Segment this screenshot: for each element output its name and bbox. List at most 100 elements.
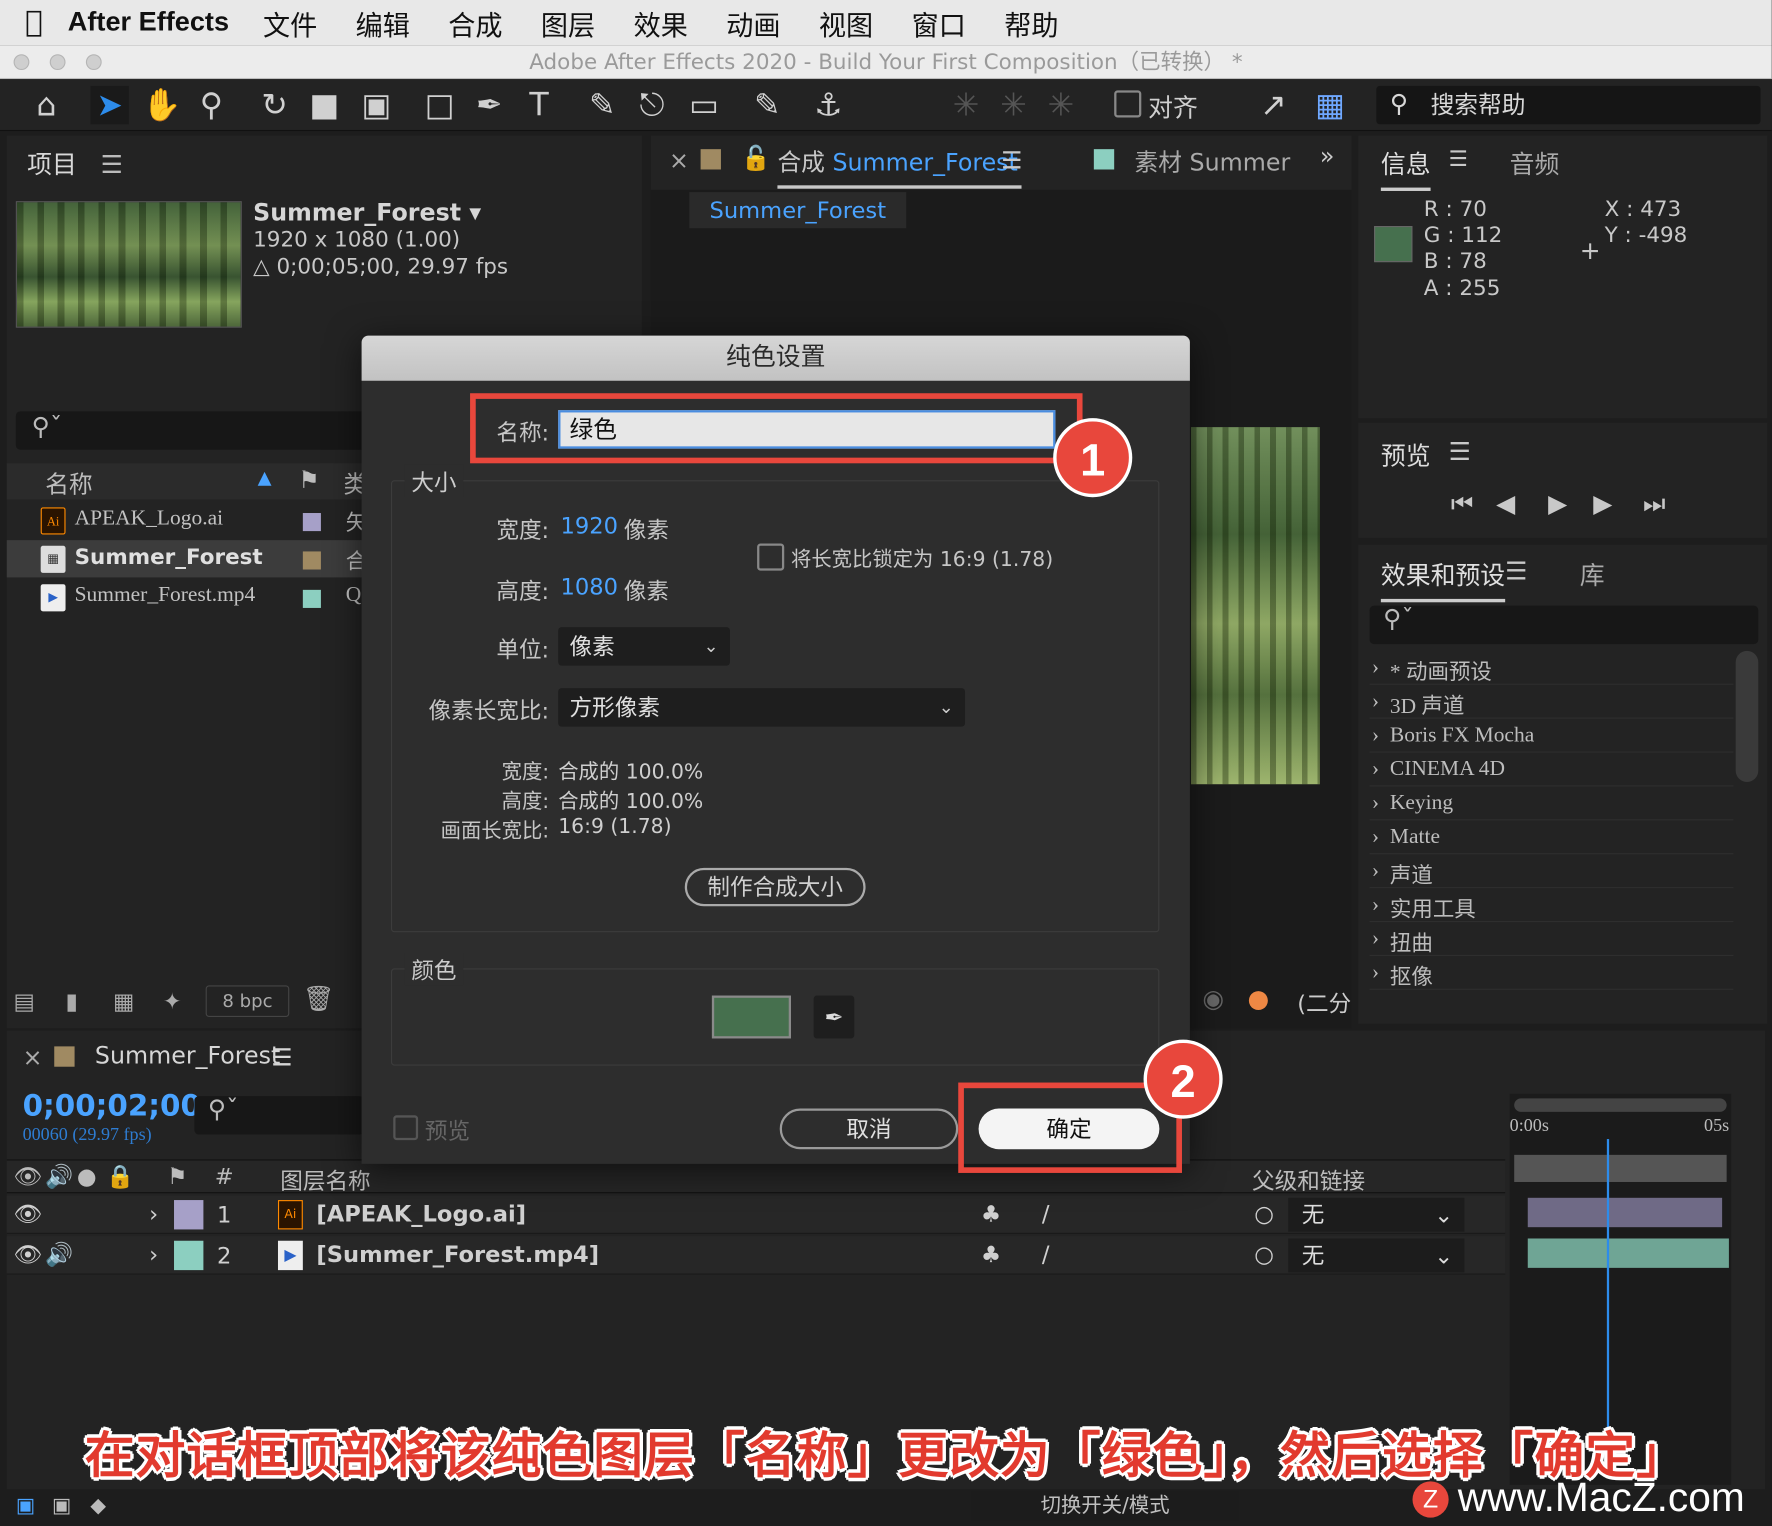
visibility-icon[interactable]: 👁 <box>14 1241 43 1268</box>
project-item[interactable]: ▦ Summer_Forest 合 <box>6 540 369 578</box>
panel-menu-icon[interactable]: ☰ <box>271 1044 292 1071</box>
quality-switch-icon[interactable]: ∕ <box>1042 1241 1050 1268</box>
effects-category[interactable]: › 声道 <box>1369 854 1734 889</box>
rotate-tool-icon[interactable]: ↻ <box>255 86 293 124</box>
trash-icon[interactable]: 🗑 <box>303 985 335 1013</box>
tab-info[interactable]: 信息 <box>1380 145 1431 191</box>
hand-tool-icon[interactable]: ✋ <box>142 86 181 124</box>
pickwhip-icon[interactable]: ○ <box>1254 1200 1274 1227</box>
puppet-pin-tool-icon[interactable]: ⚓ <box>809 86 847 124</box>
preview-checkbox[interactable] <box>393 1115 419 1141</box>
project-item[interactable]: Ai APEAK_Logo.ai 矢 <box>7 502 369 539</box>
effects-category[interactable]: › 抠像 <box>1369 956 1734 990</box>
last-frame-icon[interactable]: ⏭ <box>1643 490 1665 518</box>
label-tag-icon[interactable]: ⚑ <box>298 467 319 494</box>
shy-switch-icon[interactable]: ♣ <box>981 1200 1001 1227</box>
panel-menu-icon[interactable]: ☰ <box>1505 558 1527 586</box>
column-name[interactable]: 名称 <box>45 467 92 501</box>
pan-behind-tool-icon[interactable]: ▣ <box>357 86 395 124</box>
eraser-tool-icon[interactable]: ▭ <box>685 86 723 124</box>
label-tag-icon[interactable]: ⚑ <box>167 1163 187 1190</box>
previous-frame-icon[interactable]: ◀ <box>1496 490 1515 518</box>
panel-menu-icon[interactable]: ☰ <box>1449 147 1468 172</box>
panel-menu-icon[interactable]: ☰ <box>101 151 123 179</box>
cancel-button[interactable]: 取消 <box>779 1108 959 1150</box>
effects-category[interactable]: › Keying <box>1369 786 1734 821</box>
apple-icon[interactable]:  <box>0 6 68 40</box>
toggle-switches-modes[interactable]: 切换开关/模式 <box>971 1491 1239 1521</box>
project-search-input[interactable]: ⚲ˇ <box>15 411 378 450</box>
project-panel-title[interactable]: 项目 <box>27 151 77 179</box>
next-frame-icon[interactable]: ▶ <box>1593 490 1612 518</box>
tab-audio[interactable]: 音频 <box>1510 145 1560 181</box>
effects-category[interactable]: › * 动画预设 <box>1369 651 1734 685</box>
brush-tool-icon[interactable]: ✎ <box>583 86 621 124</box>
app-menu[interactable]: After Effects <box>68 7 229 39</box>
audio-icon[interactable]: 🔊 <box>45 1241 73 1268</box>
panel-menu-icon[interactable]: ☰ <box>1001 147 1022 174</box>
selection-tool-icon[interactable]: ➤ <box>90 85 129 125</box>
work-area-range[interactable] <box>1514 1154 1727 1182</box>
menu-animation[interactable]: 动画 <box>726 3 780 43</box>
chevron-right-icon[interactable]: › <box>149 1200 158 1227</box>
lock-icon[interactable]: 🔓 <box>741 145 771 173</box>
composition-breadcrumb[interactable]: Summer_Forest <box>689 192 907 229</box>
units-dropdown[interactable]: 像素 ⌄ <box>558 627 730 666</box>
menu-file[interactable]: 文件 <box>263 3 317 43</box>
menu-help[interactable]: 帮助 <box>1004 3 1058 43</box>
height-value[interactable]: 1080 <box>560 573 618 600</box>
interpret-footage-icon[interactable]: ▤ <box>14 988 35 1015</box>
sort-ascending-icon[interactable]: ▲ <box>258 467 272 488</box>
resolution-dropdown[interactable]: (二分 <box>1297 985 1351 1018</box>
close-window-button[interactable] <box>13 54 30 71</box>
layer-row[interactable]: 👁 🔊 › 2 ▶ [Summer_Forest.mp4] ♣ ∕ ○ 无 ⌄ <box>6 1236 1506 1275</box>
make-comp-size-button[interactable]: 制作合成大小 <box>684 867 866 907</box>
work-area-bar[interactable] <box>1514 1098 1727 1112</box>
pickwhip-icon[interactable]: ○ <box>1254 1241 1274 1268</box>
project-item[interactable]: ▶ Summer_Forest.mp4 Q <box>7 579 369 616</box>
first-frame-icon[interactable]: ⏮ <box>1451 490 1473 518</box>
current-time[interactable]: 0;00;02;00 <box>23 1089 201 1123</box>
pen-tool-icon[interactable]: ✒ <box>470 86 508 124</box>
close-icon[interactable]: × <box>669 147 689 174</box>
axis-view-icon[interactable]: ✳ <box>1042 86 1080 124</box>
zoom-window-button[interactable] <box>85 54 102 71</box>
play-icon[interactable]: ▶ <box>1548 490 1567 518</box>
effects-category[interactable]: › 3D 声道 <box>1369 685 1734 719</box>
menu-effect[interactable]: 效果 <box>634 3 688 43</box>
layer-bar[interactable] <box>1527 1238 1729 1268</box>
roto-brush-tool-icon[interactable]: ✎ <box>748 86 786 124</box>
timeline-search-input[interactable]: ⚲ˇ <box>194 1096 364 1135</box>
layer-name[interactable]: [Summer_Forest.mp4] <box>316 1241 599 1268</box>
effects-category[interactable]: › CINEMA 4D <box>1369 753 1734 787</box>
parent-dropdown[interactable]: 无 ⌄ <box>1288 1238 1465 1273</box>
search-help-input[interactable]: ⚲ 搜索帮助 <box>1376 85 1761 125</box>
bit-depth-button[interactable]: 8 bpc <box>205 985 290 1017</box>
zoom-tool-icon[interactable]: ⚲ <box>192 86 230 124</box>
layer-row[interactable]: 👁 › 1 Ai [APEAK_Logo.ai] ♣ ∕ ○ 无 ⌄ <box>6 1195 1506 1234</box>
visibility-icon[interactable]: 👁 <box>14 1200 43 1227</box>
tab-footage[interactable]: 素材 Summer <box>1135 145 1291 179</box>
menu-layer[interactable]: 图层 <box>541 3 595 43</box>
timeline-comp-name[interactable]: Summer_Forest <box>95 1042 280 1069</box>
quality-switch-icon[interactable]: ∕ <box>1042 1200 1050 1227</box>
menu-edit[interactable]: 编辑 <box>356 3 410 43</box>
expand-icon[interactable]: ↗ <box>1254 86 1292 124</box>
chevron-right-icon[interactable]: › <box>149 1241 158 1268</box>
more-tabs-icon[interactable]: » <box>1320 142 1335 169</box>
new-folder-icon[interactable]: ▮ <box>66 988 78 1015</box>
tab-effects-presets[interactable]: 效果和预设 <box>1380 556 1506 603</box>
composition-name[interactable]: Summer_Forest ▾ <box>253 199 508 226</box>
menu-view[interactable]: 视图 <box>819 3 873 43</box>
clone-stamp-tool-icon[interactable]: ⎋ <box>633 86 671 124</box>
label-color-swatch[interactable] <box>174 1200 204 1230</box>
axis-world-icon[interactable]: ✳ <box>994 86 1032 124</box>
minimize-window-button[interactable] <box>49 54 66 71</box>
effects-category[interactable]: › Matte <box>1369 820 1734 855</box>
channel-icon[interactable]: ● <box>1248 985 1270 1013</box>
transfer-icon[interactable]: ▣ <box>52 1494 71 1518</box>
camera-tool-icon[interactable]: ■ <box>305 86 343 124</box>
layer-name[interactable]: [APEAK_Logo.ai] <box>316 1200 526 1227</box>
adjust-icon[interactable]: ✦ <box>163 988 182 1015</box>
type-tool-icon[interactable]: T <box>520 86 558 124</box>
